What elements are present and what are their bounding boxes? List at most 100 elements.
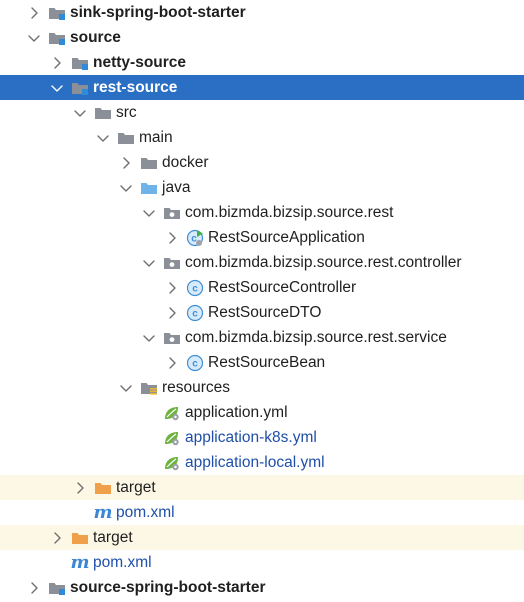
folder-icon <box>140 154 158 172</box>
tree-row-label: resources <box>162 378 231 396</box>
svg-text:c: c <box>192 283 198 294</box>
tree-row-label: java <box>162 178 191 196</box>
tree-row[interactable]: c RestSourceApplication <box>0 225 524 250</box>
tree-row[interactable]: java <box>0 175 524 200</box>
resources-folder-icon <box>140 379 158 397</box>
project-tree: sink-spring-boot-starter source netty-sour… <box>0 0 524 602</box>
chevron-right-icon[interactable] <box>164 305 180 321</box>
tree-row[interactable]: com.bizmda.bizsip.source.rest <box>0 200 524 225</box>
chevron-right-icon[interactable] <box>164 355 180 371</box>
tree-row[interactable]: src <box>0 100 524 125</box>
tree-row-label: source-spring-boot-starter <box>70 578 266 596</box>
tree-row-label: sink-spring-boot-starter <box>70 3 246 21</box>
chevron-down-icon[interactable] <box>118 180 134 196</box>
chevron-right-icon[interactable] <box>49 530 65 546</box>
tree-row-label: RestSourceBean <box>208 353 326 371</box>
module-folder-icon <box>71 79 89 97</box>
tree-row-label: src <box>116 103 137 121</box>
class-icon: c <box>186 354 204 372</box>
chevron-down-icon[interactable] <box>141 330 157 346</box>
tree-row[interactable]: source <box>0 25 524 50</box>
chevron-right-icon[interactable] <box>164 230 180 246</box>
tree-row-label: netty-source <box>93 53 187 71</box>
tree-row-label: RestSourceController <box>208 278 357 296</box>
tree-row[interactable]: main <box>0 125 524 150</box>
folder-icon <box>117 129 135 147</box>
tree-row[interactable]: target <box>0 525 524 550</box>
svg-text:c: c <box>192 358 198 369</box>
chevron-down-icon[interactable] <box>141 255 157 271</box>
tree-row-label: docker <box>162 153 209 171</box>
tree-row[interactable]: rest-source <box>0 75 524 100</box>
module-folder-icon <box>48 4 66 22</box>
chevron-right-icon[interactable] <box>49 55 65 71</box>
chevron-right-icon[interactable] <box>72 480 88 496</box>
tree-row[interactable]: application-k8s.yml <box>0 425 524 450</box>
chevron-down-icon[interactable] <box>49 80 65 96</box>
spring-boot-class-icon: c <box>186 229 204 247</box>
tree-row[interactable]: com.bizmda.bizsip.source.rest.service <box>0 325 524 350</box>
spring-config-icon <box>163 429 181 447</box>
source-root-folder-icon <box>140 179 158 197</box>
chevron-down-icon[interactable] <box>141 205 157 221</box>
tree-row[interactable]: c RestSourceDTO <box>0 300 524 325</box>
tree-row-label: application.yml <box>185 403 288 421</box>
tree-row[interactable]: application-local.yml <box>0 450 524 475</box>
maven-icon: m <box>93 501 113 523</box>
spring-config-icon <box>163 404 181 422</box>
tree-row[interactable]: com.bizmda.bizsip.source.rest.controller <box>0 250 524 275</box>
tree-row-label: pom.xml <box>116 503 175 521</box>
tree-row-label: RestSourceApplication <box>208 228 365 246</box>
excluded-folder-icon <box>94 479 112 497</box>
tree-row-label: RestSourceDTO <box>208 303 322 321</box>
tree-row-label: com.bizmda.bizsip.source.rest.controller <box>185 253 462 271</box>
chevron-down-icon[interactable] <box>118 380 134 396</box>
chevron-right-icon[interactable] <box>164 280 180 296</box>
tree-row-label: com.bizmda.bizsip.source.rest <box>185 203 394 221</box>
chevron-down-icon[interactable] <box>72 105 88 121</box>
maven-icon: m <box>70 551 90 573</box>
tree-row[interactable]: m pom.xml <box>0 500 524 525</box>
tree-row-label: target <box>116 478 156 496</box>
chevron-down-icon[interactable] <box>26 30 42 46</box>
tree-row-label: pom.xml <box>93 553 152 571</box>
tree-row[interactable]: target <box>0 475 524 500</box>
tree-row[interactable]: application.yml <box>0 400 524 425</box>
tree-row-label: source <box>70 28 121 46</box>
chevron-down-icon[interactable] <box>95 130 111 146</box>
class-icon: c <box>186 279 204 297</box>
folder-icon <box>94 104 112 122</box>
spring-config-icon <box>163 454 181 472</box>
module-folder-icon <box>48 579 66 597</box>
tree-row[interactable]: c RestSourceController <box>0 275 524 300</box>
class-icon: c <box>186 304 204 322</box>
tree-row-label: application-local.yml <box>185 453 325 471</box>
module-folder-icon <box>71 54 89 72</box>
tree-row-label: rest-source <box>93 78 178 96</box>
svg-text:c: c <box>192 308 198 319</box>
tree-row[interactable]: sink-spring-boot-starter <box>0 0 524 25</box>
tree-row[interactable]: netty-source <box>0 50 524 75</box>
package-icon <box>163 329 181 347</box>
chevron-right-icon[interactable] <box>26 5 42 21</box>
tree-row[interactable]: resources <box>0 375 524 400</box>
tree-row[interactable]: source-spring-boot-starter <box>0 575 524 600</box>
tree-row[interactable]: m pom.xml <box>0 550 524 575</box>
chevron-right-icon[interactable] <box>26 580 42 596</box>
chevron-right-icon[interactable] <box>118 155 134 171</box>
module-folder-icon <box>48 29 66 47</box>
tree-row-label: application-k8s.yml <box>185 428 317 446</box>
excluded-folder-icon <box>71 529 89 547</box>
tree-row-label: com.bizmda.bizsip.source.rest.service <box>185 328 447 346</box>
tree-row[interactable]: c RestSourceBean <box>0 350 524 375</box>
package-icon <box>163 204 181 222</box>
package-icon <box>163 254 181 272</box>
tree-row-label: target <box>93 528 133 546</box>
tree-row[interactable]: docker <box>0 150 524 175</box>
tree-row-label: main <box>139 128 173 146</box>
